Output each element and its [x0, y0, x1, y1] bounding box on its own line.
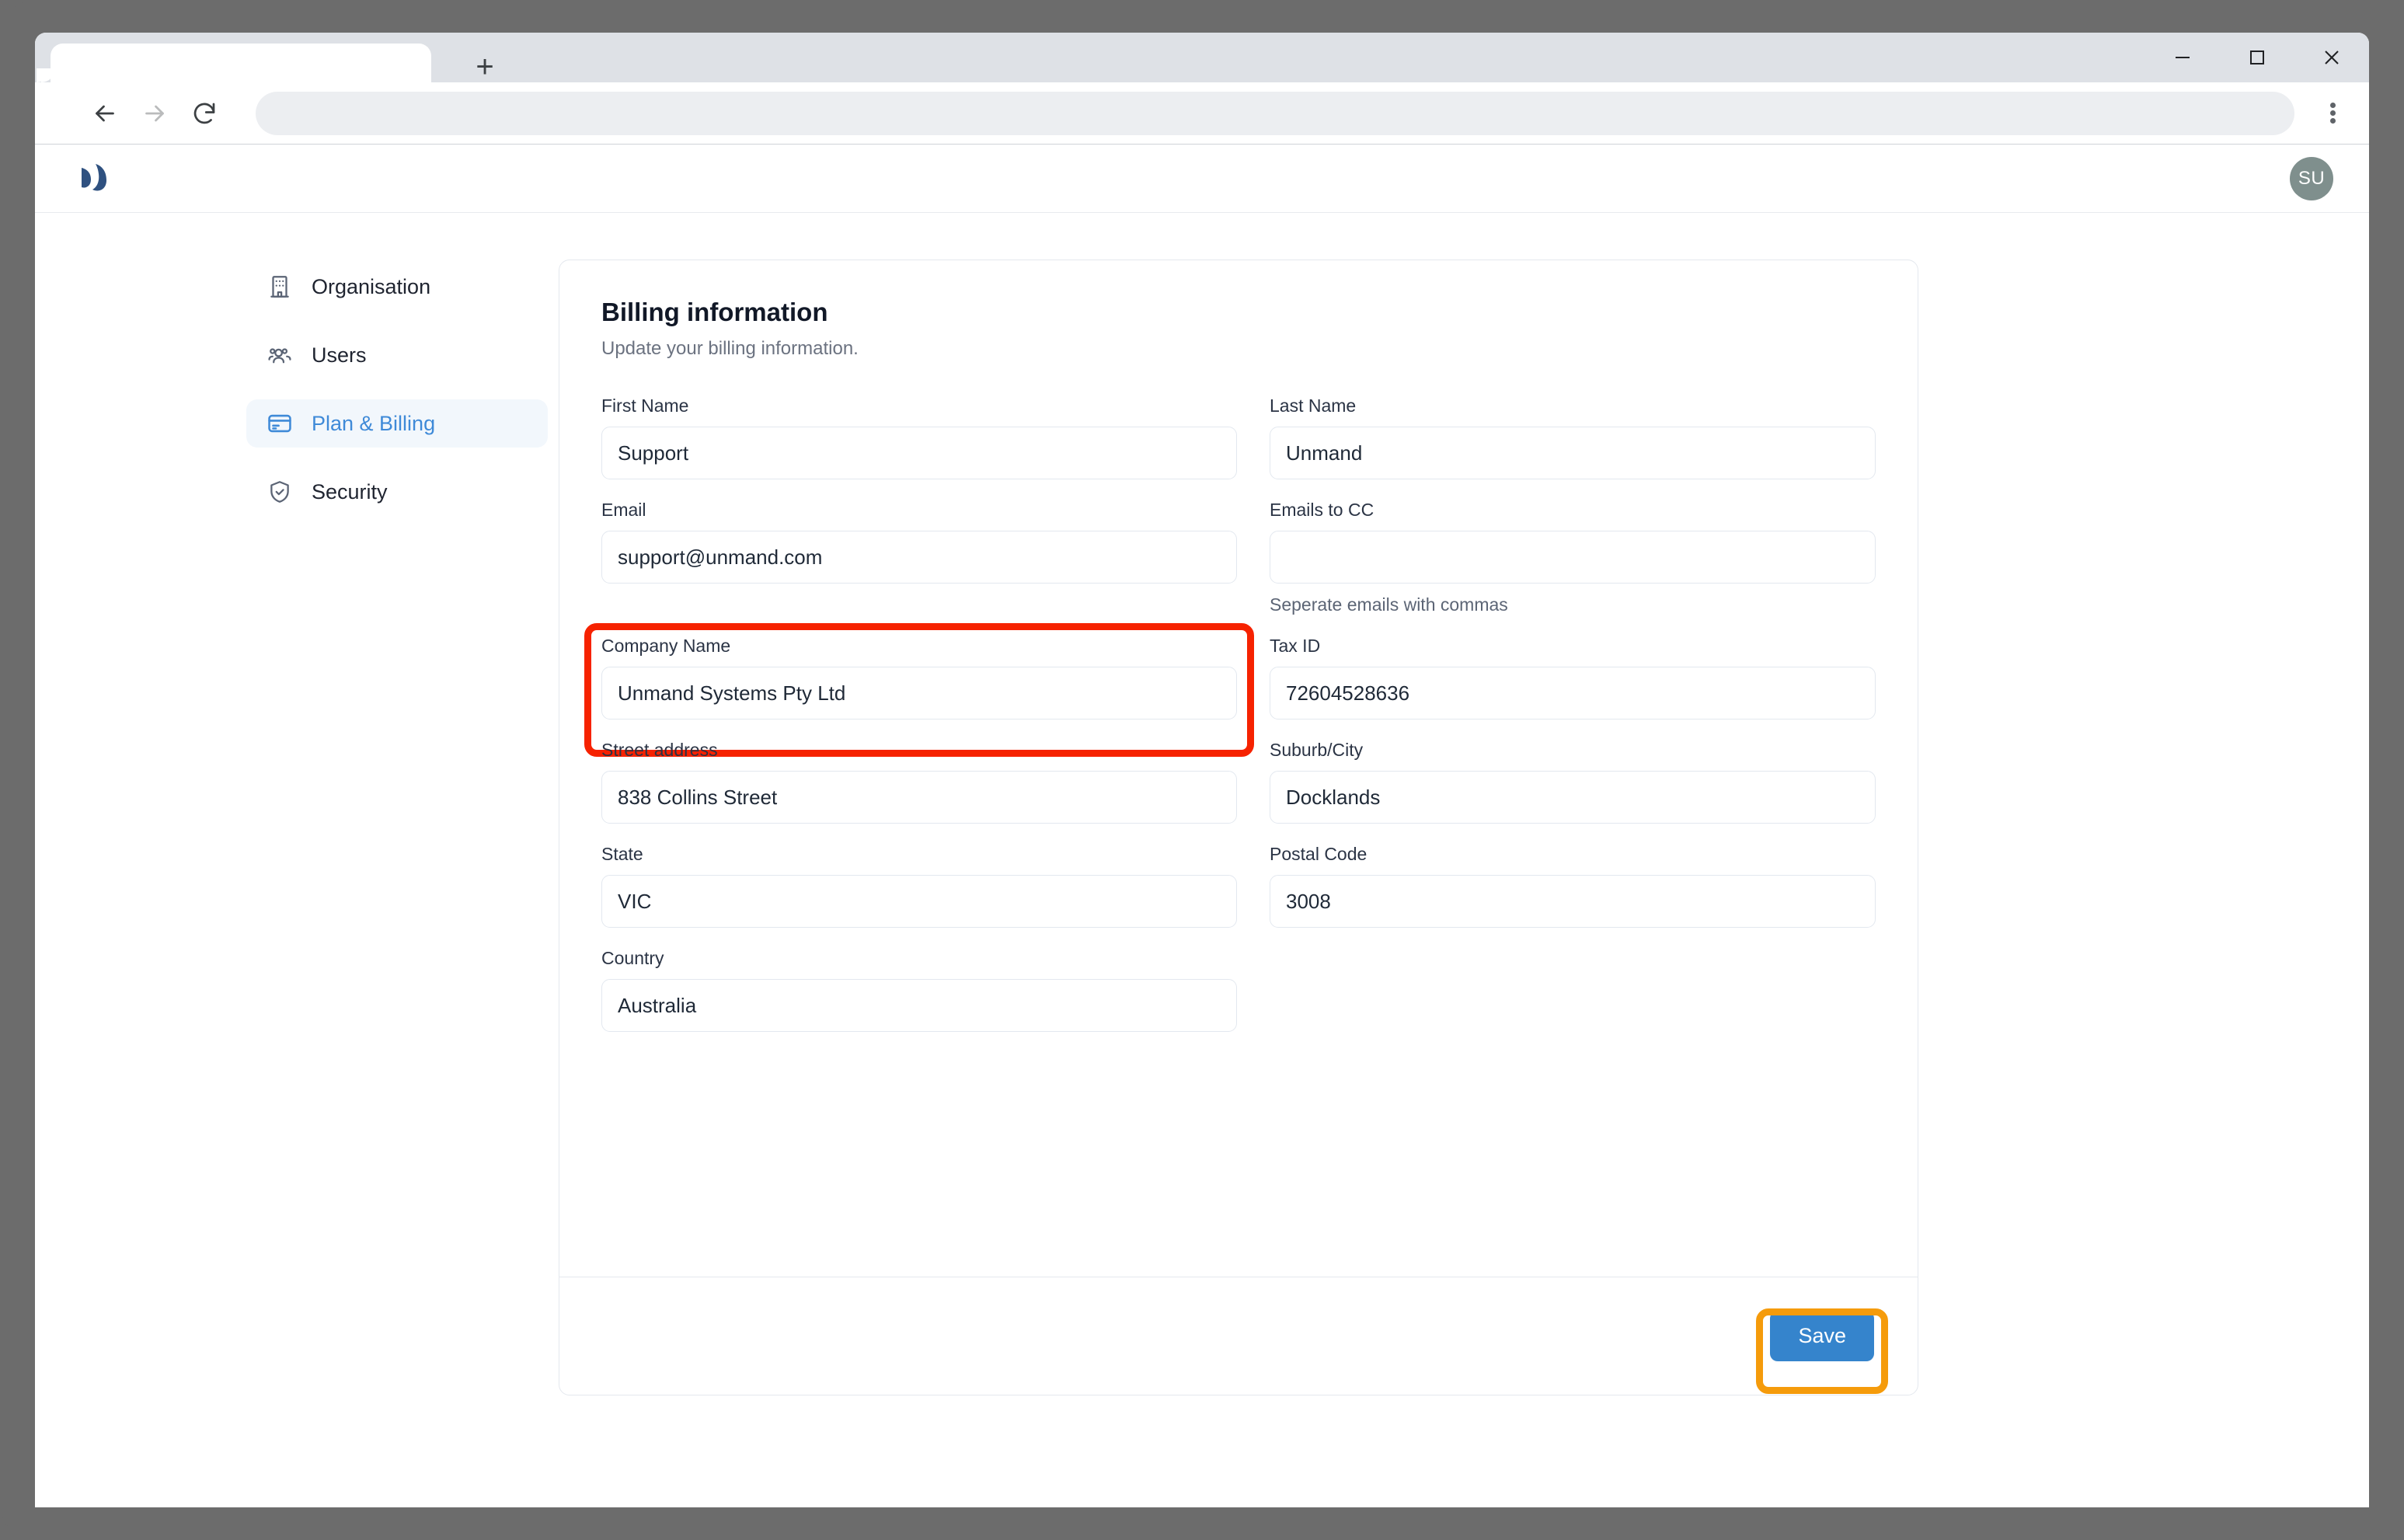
- maximize-button[interactable]: [2220, 33, 2294, 82]
- street-address-label: Street address: [601, 740, 1237, 761]
- postal-code-input[interactable]: [1270, 875, 1876, 928]
- close-button[interactable]: [2294, 33, 2369, 82]
- minimize-icon: [2171, 46, 2194, 69]
- kebab-dot: [2330, 110, 2336, 116]
- building-icon: [267, 274, 293, 300]
- last-name-field: Last Name: [1270, 395, 1876, 479]
- forward-arrow-icon: [141, 99, 169, 127]
- last-name-input[interactable]: [1270, 427, 1876, 479]
- reload-button[interactable]: [179, 89, 229, 138]
- address-bar[interactable]: [256, 92, 2294, 135]
- first-name-field: First Name: [601, 395, 1237, 479]
- state-label: State: [601, 844, 1237, 865]
- emails-cc-field: Emails to CC Seperate emails with commas: [1270, 500, 1876, 615]
- back-button[interactable]: [80, 89, 130, 138]
- settings-sidebar: Organisation Users: [35, 260, 548, 1507]
- users-icon: [267, 342, 293, 368]
- kebab-dot: [2330, 103, 2336, 108]
- suburb-city-label: Suburb/City: [1270, 740, 1876, 761]
- emails-cc-input[interactable]: [1270, 531, 1876, 584]
- email-input[interactable]: [601, 531, 1237, 584]
- back-arrow-icon: [91, 99, 119, 127]
- sidebar-item-users[interactable]: Users: [246, 331, 548, 379]
- window-controls: [2145, 33, 2369, 82]
- unmand-logo-icon[interactable]: [72, 157, 116, 200]
- avatar[interactable]: SU: [2290, 157, 2333, 200]
- country-label: Country: [601, 948, 1237, 969]
- tax-id-label: Tax ID: [1270, 636, 1876, 657]
- card-body: Billing information Update your billing …: [559, 260, 1918, 1277]
- emails-cc-hint: Seperate emails with commas: [1270, 594, 1876, 615]
- kebab-dot: [2330, 118, 2336, 124]
- content-area: Organisation Users: [35, 213, 2369, 1507]
- reload-icon: [190, 99, 218, 127]
- page-title: Billing information: [601, 298, 1876, 327]
- suburb-city-input[interactable]: [1270, 771, 1876, 824]
- company-name-field: Company Name: [601, 636, 1237, 719]
- browser-menu-button[interactable]: [2313, 89, 2352, 138]
- company-name-label: Company Name: [601, 636, 1237, 657]
- company-name-input[interactable]: [601, 667, 1237, 719]
- page-viewport: SU Organisation: [35, 145, 2369, 1507]
- browser-tab[interactable]: [51, 44, 431, 82]
- sidebar-item-security[interactable]: Security: [246, 468, 548, 516]
- save-button[interactable]: Save: [1770, 1311, 1874, 1361]
- browser-toolbar: [35, 82, 2369, 145]
- street-address-field: Street address: [601, 740, 1237, 824]
- last-name-label: Last Name: [1270, 395, 1876, 416]
- email-label: Email: [601, 500, 1237, 521]
- postal-code-label: Postal Code: [1270, 844, 1876, 865]
- page-subtitle: Update your billing information.: [601, 338, 1876, 360]
- country-input[interactable]: [601, 979, 1237, 1032]
- grid-spacer: [1270, 948, 1876, 1052]
- postal-code-field: Postal Code: [1270, 844, 1876, 928]
- sidebar-item-label: Plan & Billing: [312, 412, 435, 436]
- maximize-icon: [2245, 46, 2269, 69]
- tax-id-field: Tax ID: [1270, 636, 1876, 719]
- sidebar-item-plan-billing[interactable]: Plan & Billing: [246, 399, 548, 448]
- app-header: SU: [35, 145, 2369, 213]
- street-address-input[interactable]: [601, 771, 1237, 824]
- sidebar-item-label: Organisation: [312, 275, 430, 299]
- sidebar-item-organisation[interactable]: Organisation: [246, 263, 548, 311]
- credit-card-icon: [267, 410, 293, 437]
- billing-information-card: Billing information Update your billing …: [559, 260, 1918, 1395]
- state-input[interactable]: [601, 875, 1237, 928]
- forward-button[interactable]: [130, 89, 179, 138]
- tab-corner-right: [431, 68, 445, 82]
- close-icon: [2320, 46, 2343, 69]
- country-field: Country: [601, 948, 1237, 1032]
- sidebar-item-label: Users: [312, 343, 367, 368]
- emails-cc-label: Emails to CC: [1270, 500, 1876, 521]
- browser-tab-strip: +: [35, 33, 2369, 82]
- billing-form: First Name Last Name Email: [601, 395, 1876, 1052]
- state-field: State: [601, 844, 1237, 928]
- first-name-input[interactable]: [601, 427, 1237, 479]
- avatar-initials: SU: [2298, 168, 2325, 190]
- browser-window: +: [35, 33, 2369, 1507]
- minimize-button[interactable]: [2145, 33, 2220, 82]
- suburb-city-field: Suburb/City: [1270, 740, 1876, 824]
- sidebar-item-label: Security: [312, 480, 388, 504]
- first-name-label: First Name: [601, 395, 1237, 416]
- email-field: Email: [601, 500, 1237, 615]
- shield-check-icon: [267, 479, 293, 505]
- card-footer: Save: [559, 1277, 1918, 1395]
- tax-id-input[interactable]: [1270, 667, 1876, 719]
